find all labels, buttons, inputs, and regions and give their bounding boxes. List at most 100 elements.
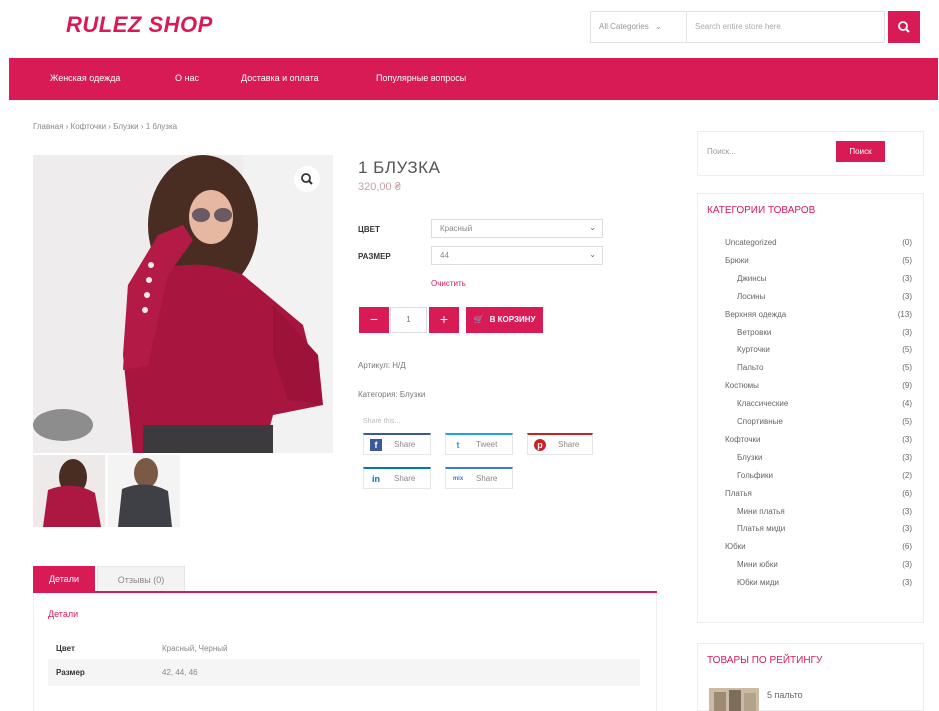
category-item-name[interactable]: Верхняя одежда xyxy=(725,310,786,319)
share-mix-label: Share xyxy=(476,474,498,483)
spec-key-color: Цвет xyxy=(56,644,75,653)
category-item-name[interactable]: Брюки xyxy=(725,256,749,265)
share-pinterest-button[interactable]: p Share xyxy=(527,433,593,455)
tab-details[interactable]: Детали xyxy=(33,566,95,592)
zoom-button[interactable] xyxy=(294,166,320,192)
spec-key-size: Размер xyxy=(56,668,85,677)
category-item-count: (5) xyxy=(902,363,912,372)
category-item-count: (3) xyxy=(902,507,912,516)
category-item-name[interactable]: Гольфики xyxy=(737,471,773,480)
color-select-value: Красный xyxy=(440,224,473,233)
categories-title: КАТЕГОРИИ ТОВАРОВ xyxy=(707,205,816,216)
share-twitter-label: Tweet xyxy=(476,440,498,449)
product-title: 1 БЛУЗКА xyxy=(358,158,441,177)
category-item-count: (9) xyxy=(902,381,912,390)
category-item-count: (0) xyxy=(902,238,912,247)
quantity-increase-button[interactable]: + xyxy=(429,307,459,333)
facebook-icon: f xyxy=(370,439,382,451)
share-linkedin-button[interactable]: in Share xyxy=(363,467,431,489)
search-button[interactable] xyxy=(888,11,920,43)
top-rated-product-name[interactable]: 5 пальто xyxy=(767,690,803,700)
category-item-count: (3) xyxy=(902,524,912,533)
site-logo[interactable]: RULEZ SHOP xyxy=(66,12,213,38)
pinterest-icon: p xyxy=(534,439,546,451)
category-item-count: (3) xyxy=(902,578,912,587)
nav-item-delivery[interactable]: Доставка и оплата xyxy=(241,73,319,83)
category-item-count: (3) xyxy=(902,292,912,301)
size-select[interactable]: 44 ⌄ xyxy=(431,246,603,265)
category-item-name[interactable]: Джинсы xyxy=(737,274,766,283)
share-twitter-button[interactable]: t Tweet xyxy=(445,433,513,455)
category-item-name[interactable]: Мини платья xyxy=(737,507,785,516)
category-item-name[interactable]: Платья миди xyxy=(737,524,785,533)
nav-item-about[interactable]: О нас xyxy=(175,73,199,83)
category-item-count: (3) xyxy=(902,274,912,283)
product-main-image[interactable] xyxy=(33,155,333,453)
spec-value-color: Красный, Черный xyxy=(162,644,228,653)
cart-icon: 🛒 xyxy=(473,315,484,324)
category-item-count: (5) xyxy=(902,256,912,265)
category-item-name[interactable]: Платья xyxy=(725,489,752,498)
quantity-decrease-button[interactable]: − xyxy=(359,307,389,333)
category-item-count: (6) xyxy=(902,489,912,498)
category-item-count: (3) xyxy=(902,453,912,462)
spec-value-size: 42, 44, 46 xyxy=(162,668,198,677)
twitter-icon: t xyxy=(456,440,460,450)
details-heading: Детали xyxy=(48,609,79,619)
share-facebook-button[interactable]: f Share xyxy=(363,433,431,455)
category-item-name[interactable]: Юбки xyxy=(725,542,746,551)
search-input[interactable]: Search entire store here xyxy=(689,12,884,42)
color-select[interactable]: Красный ⌄ xyxy=(431,219,603,238)
category-item-name[interactable]: Ветровки xyxy=(737,328,771,337)
sidebar-search-input[interactable]: Поиск... xyxy=(707,147,736,156)
linkedin-icon: in xyxy=(372,474,380,484)
category-item-count: (3) xyxy=(902,560,912,569)
category-item-count: (3) xyxy=(902,328,912,337)
category-item-count: (2) xyxy=(902,471,912,480)
category-item-name[interactable]: Лосины xyxy=(737,292,765,301)
product-thumbnail-1[interactable] xyxy=(33,455,105,527)
share-pinterest-label: Share xyxy=(558,440,580,449)
product-search: All Categories ⌄ Search entire store her… xyxy=(590,11,885,43)
category-item-name[interactable]: Спортивные xyxy=(737,417,783,426)
add-to-cart-button[interactable]: 🛒 В КОРЗИНУ xyxy=(466,307,543,333)
main-nav: Женская одежда О нас Доставка и оплата П… xyxy=(9,58,938,100)
category-item-name[interactable]: Юбки миди xyxy=(737,578,779,587)
category-item-name[interactable]: Курточки xyxy=(737,345,770,354)
category-item-count: (6) xyxy=(902,542,912,551)
nav-item-faq[interactable]: Популярные вопросы xyxy=(376,73,466,83)
search-category-label: All Categories xyxy=(599,22,649,31)
clear-selection-link[interactable]: Очистить xyxy=(431,279,466,288)
tab-reviews[interactable]: Отзывы (0) xyxy=(97,566,185,592)
category-item-name[interactable]: Блузки xyxy=(737,453,762,462)
size-select-value: 44 xyxy=(440,251,449,260)
quantity-input[interactable]: 1 xyxy=(390,307,427,333)
breadcrumb[interactable]: Главная › Кофточки › Блузки › 1 блузка xyxy=(33,122,177,131)
spec-row: Размер 42, 44, 46 xyxy=(48,659,640,686)
category-item-count: (5) xyxy=(902,417,912,426)
category-item-name[interactable]: Мини юбки xyxy=(737,560,778,569)
category-item-name[interactable]: Uncategorized xyxy=(725,238,777,247)
category-item-count: (4) xyxy=(902,399,912,408)
product-price: 320,00 ₴ xyxy=(358,181,401,193)
nav-item-womens-clothing[interactable]: Женская одежда xyxy=(50,73,120,83)
share-mix-button[interactable]: mix Share xyxy=(445,467,513,489)
share-facebook-label: Share xyxy=(394,440,416,449)
mix-icon: mix xyxy=(452,476,464,482)
attribute-label-color: ЦВЕТ xyxy=(358,225,380,234)
search-icon xyxy=(898,21,910,33)
category-item-name[interactable]: Костюмы xyxy=(725,381,759,390)
category-item-name[interactable]: Пальто xyxy=(737,363,763,372)
category-item-count: (5) xyxy=(902,345,912,354)
spec-row: Цвет Красный, Черный xyxy=(48,635,640,662)
category-item-name[interactable]: Классические xyxy=(737,399,788,408)
category-item-name[interactable]: Кофточки xyxy=(725,435,761,444)
category-item-count: (13) xyxy=(897,310,912,319)
product-category[interactable]: Категория: Блузки xyxy=(358,390,425,399)
chevron-down-icon: ⌄ xyxy=(589,223,596,232)
sidebar-search-button[interactable]: Поиск xyxy=(836,141,885,162)
product-thumbnail-2[interactable] xyxy=(108,455,180,527)
search-category-select[interactable]: All Categories ⌄ xyxy=(591,12,687,42)
chevron-down-icon: ⌄ xyxy=(589,250,596,259)
top-rated-thumbnail[interactable] xyxy=(709,688,759,711)
